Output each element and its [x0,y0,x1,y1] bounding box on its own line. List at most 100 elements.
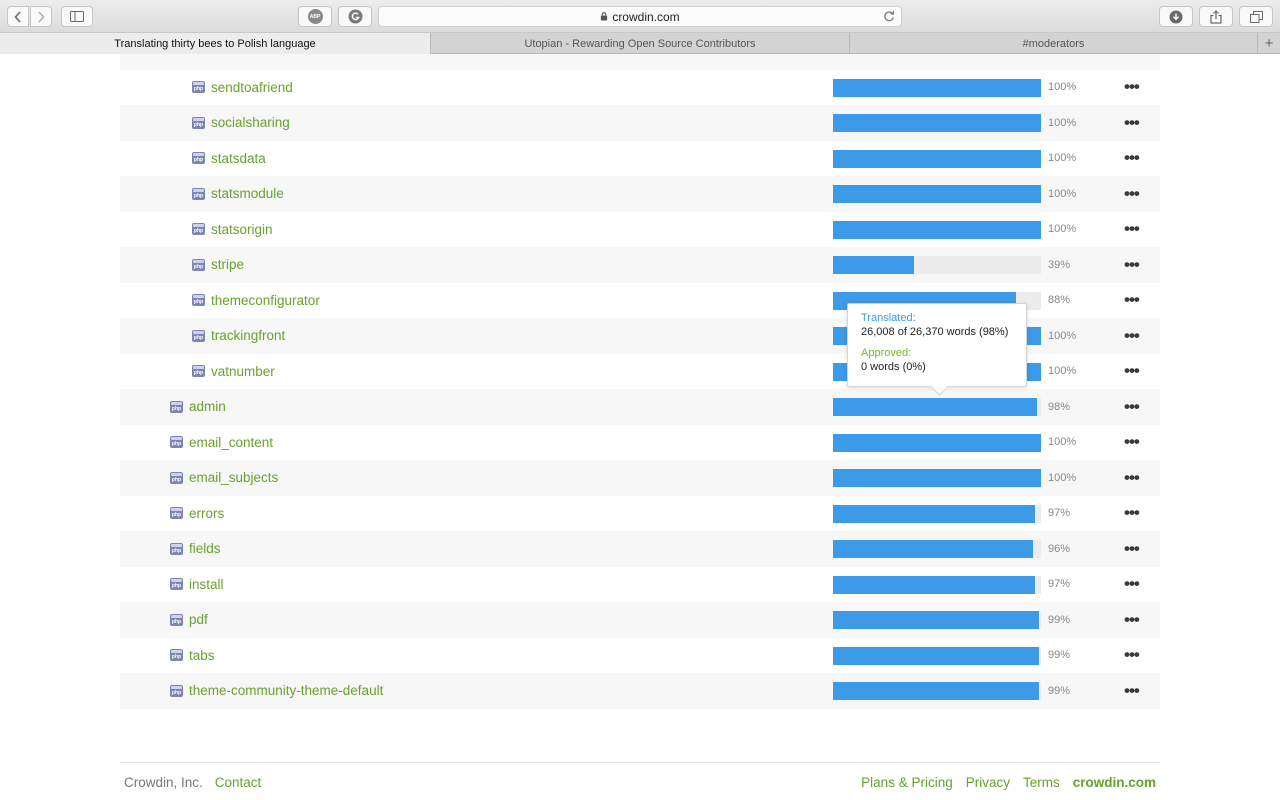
file-name-link[interactable]: errors [189,506,224,521]
more-options-icon[interactable]: ••• [1124,531,1140,567]
php-file-icon: php [192,223,205,236]
table-row: php socialsharing 100% ••• [120,105,1160,141]
progress-bar-fill [833,256,915,274]
footer-privacy-link[interactable]: Privacy [966,775,1010,790]
more-options-icon[interactable]: ••• [1124,673,1140,709]
more-options-icon[interactable]: ••• [1124,105,1140,141]
more-options-icon[interactable]: ••• [1124,283,1140,319]
tabs-overview-icon [1249,10,1263,23]
php-file-icon: php [170,649,183,662]
new-tab-button[interactable]: + [1258,33,1280,54]
progress-percent: 97% [1048,578,1071,591]
progress-bar[interactable] [833,256,1041,274]
more-options-icon[interactable]: ••• [1124,141,1140,177]
progress-bar[interactable] [833,114,1041,132]
progress-bar-fill [833,682,1039,700]
progress-bar-fill [833,504,1035,523]
lock-icon [601,12,608,21]
php-file-icon: php [192,152,205,165]
progress-bar[interactable] [833,398,1041,416]
back-button[interactable] [7,6,29,27]
tabs-overview-button[interactable] [1239,6,1273,27]
more-options-icon[interactable]: ••• [1124,70,1140,106]
more-options-icon[interactable]: ••• [1124,602,1140,638]
more-options-icon[interactable]: ••• [1124,318,1140,354]
tab-label: #moderators [1022,37,1085,50]
footer-plans-link[interactable]: Plans & Pricing [861,775,953,790]
progress-bar[interactable] [833,78,1041,97]
more-options-icon[interactable]: ••• [1124,496,1140,532]
file-name-link[interactable]: socialsharing [211,115,290,130]
file-name-link[interactable]: tabs [189,648,215,663]
file-name-link[interactable]: vatnumber [211,364,275,379]
download-icon [1169,10,1183,23]
progress-bar-fill [833,469,1041,487]
file-name-link[interactable]: trackingfront [211,328,285,343]
progress-bar[interactable] [833,433,1041,452]
more-options-icon[interactable]: ••• [1124,425,1140,461]
tab-utopian[interactable]: Utopian - Rewarding Open Source Contribu… [431,33,850,54]
file-entry: php email_subjects [170,460,278,496]
progress-percent: 96% [1048,542,1071,555]
progress-bar[interactable] [833,504,1041,523]
file-name-link[interactable]: themeconfigurator [211,293,320,308]
php-file-icon: php [192,365,205,378]
progress-bar-fill [833,611,1039,629]
progress-bar[interactable] [833,575,1041,594]
file-name-link[interactable]: fields [189,541,221,556]
file-name-link[interactable]: statsorigin [211,222,273,237]
grammarly-button[interactable] [338,6,372,27]
php-file-icon: php [170,684,183,697]
progress-percent: 99% [1048,649,1071,662]
adblock-button[interactable]: ABP [298,6,332,27]
file-name-link[interactable]: stripe [211,257,244,272]
progress-bar[interactable] [833,469,1041,487]
file-name-link[interactable]: install [189,577,224,592]
footer-terms-link[interactable]: Terms [1023,775,1060,790]
file-name-link[interactable]: sendtoafriend [211,80,293,95]
progress-percent: 100% [1048,152,1077,165]
table-row: php pdf 99% ••• [120,602,1160,638]
footer-contact-link[interactable]: Contact [215,775,262,790]
progress-bar[interactable] [833,220,1041,239]
file-entry: php theme-community-theme-default [170,673,383,709]
more-options-icon[interactable]: ••• [1124,212,1140,248]
more-options-icon[interactable]: ••• [1124,247,1140,283]
more-options-icon[interactable]: ••• [1124,567,1140,603]
php-file-icon: php [170,471,183,484]
downloads-button[interactable] [1159,6,1193,27]
progress-percent: 100% [1048,223,1077,236]
progress-bar[interactable] [833,646,1041,665]
file-name-link[interactable]: admin [189,399,226,414]
file-name-link[interactable]: statsmodule [211,186,284,201]
progress-bar[interactable] [833,185,1041,203]
file-entry: php trackingfront [192,318,285,354]
file-name-link[interactable]: email_subjects [189,470,278,485]
progress-bar[interactable] [833,611,1041,629]
address-bar[interactable]: crowdin.com [378,6,902,27]
progress-percent: 100% [1048,329,1077,342]
tab-moderators[interactable]: #moderators [850,33,1258,54]
more-options-icon[interactable]: ••• [1124,354,1140,390]
more-options-icon[interactable]: ••• [1124,638,1140,674]
reload-icon[interactable] [883,10,895,23]
progress-bar-fill [833,433,1041,452]
tab-translating-thirty-bees[interactable]: Translating thirty bees to Polish langua… [0,33,431,54]
progress-percent: 97% [1048,507,1071,520]
footer-brand-link[interactable]: crowdin.com [1073,775,1156,790]
progress-bar[interactable] [833,540,1041,558]
file-name-link[interactable]: email_content [189,435,273,450]
more-options-icon[interactable]: ••• [1124,460,1140,496]
file-name-link[interactable]: statsdata [211,151,266,166]
plus-icon: + [1264,35,1274,52]
file-name-link[interactable]: theme-community-theme-default [189,683,383,698]
forward-button[interactable] [30,6,52,27]
share-button[interactable] [1199,6,1233,27]
sidebar-toggle-button[interactable] [61,6,93,27]
more-options-icon[interactable]: ••• [1124,176,1140,212]
progress-bar[interactable] [833,682,1041,700]
progress-bar[interactable] [833,149,1041,168]
progress-percent: 100% [1048,471,1077,484]
file-name-link[interactable]: pdf [189,612,208,627]
more-options-icon[interactable]: ••• [1124,389,1140,425]
